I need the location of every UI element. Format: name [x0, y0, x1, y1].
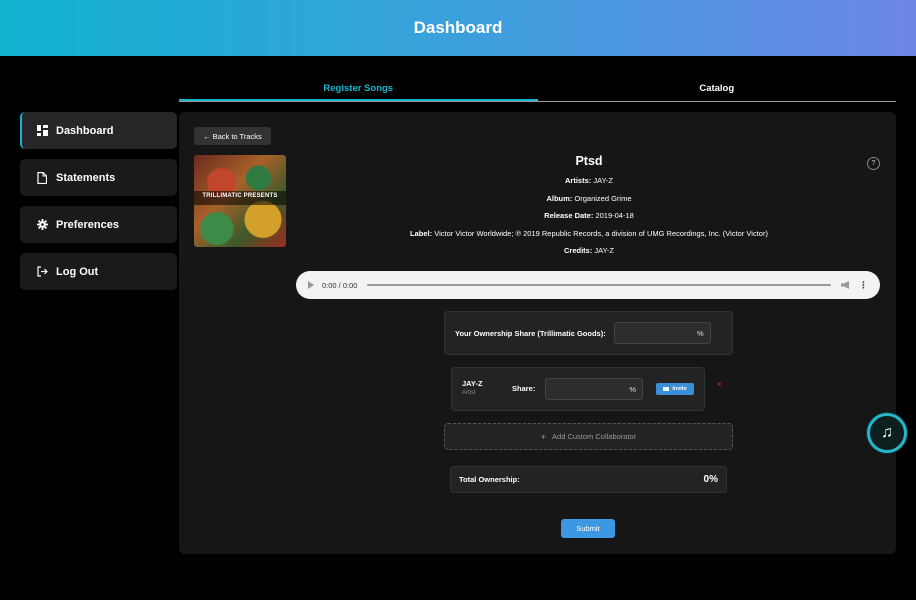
audio-time: 0:00 / 0:00: [322, 280, 358, 290]
dashboard-icon: [36, 125, 48, 137]
song-credits: Credits: JAY-Z: [563, 246, 615, 255]
song-detail-panel: ← Back to Tracks TRILLIMATIC PRESENTS ? …: [179, 112, 896, 554]
total-ownership: Total Ownership: 0%: [450, 466, 727, 493]
ownership-share-input[interactable]: %: [613, 322, 711, 344]
sidebar-item-logout[interactable]: Log Out: [20, 253, 177, 290]
back-to-tracks-button[interactable]: ← Back to Tracks: [194, 127, 271, 145]
cover-text: TRILLIMATIC PRESENTS: [202, 193, 278, 199]
more-options-icon[interactable]: ⋮: [859, 280, 868, 291]
music-note-icon: ♫: [881, 424, 893, 441]
collaborator-share-input[interactable]: %: [545, 378, 643, 400]
song-label: Label: Victor Victor Worldwide; ℗ 2019 R…: [410, 228, 768, 238]
song-info: Ptsd Artists: JAY-Z Album: Organized Gri…: [299, 154, 879, 264]
remove-collaborator-icon[interactable]: ×: [717, 380, 722, 389]
sidebar: Dashboard Statements Preferences Log Out: [20, 112, 177, 300]
sidebar-item-preferences[interactable]: Preferences: [20, 206, 177, 243]
invite-label: Invite: [672, 386, 687, 392]
song-artists: Artists: JAY-Z: [565, 176, 613, 185]
ownership-share-box: Your Ownership Share (Trillimatic Goods)…: [444, 311, 733, 355]
header: Dashboard: [0, 0, 916, 56]
total-ownership-label: Total Ownership:: [459, 475, 520, 484]
gear-icon: [36, 219, 48, 231]
sidebar-item-label: Statements: [56, 171, 116, 184]
total-ownership-value: 0%: [703, 474, 718, 485]
sidebar-item-dashboard[interactable]: Dashboard: [20, 112, 177, 149]
tab-bar: Register Songs Catalog: [179, 76, 896, 102]
play-icon[interactable]: [308, 281, 314, 289]
add-custom-collaborator-button[interactable]: + Add Custom Collaborator: [444, 423, 733, 450]
audio-player[interactable]: 0:00 / 0:00 ⋮: [296, 271, 880, 299]
volume-icon[interactable]: [841, 281, 849, 289]
logout-icon: [36, 266, 48, 278]
song-album: Album: Organized Grime: [546, 193, 632, 203]
album-cover: TRILLIMATIC PRESENTS: [194, 155, 286, 247]
percent-unit: %: [697, 328, 704, 338]
sidebar-item-label: Log Out: [56, 265, 99, 278]
add-custom-label: Add Custom Collaborator: [552, 432, 637, 441]
sidebar-item-label: Preferences: [56, 218, 119, 231]
percent-unit: %: [629, 384, 636, 394]
collaborator-card: JAY-Z Artist Share: % Invite: [451, 367, 705, 411]
song-release-date: Release Date: 2019-04-18: [544, 211, 634, 220]
page-title: Dashboard: [413, 18, 503, 37]
music-chat-button[interactable]: ♫: [867, 413, 907, 453]
sidebar-item-statements[interactable]: Statements: [20, 159, 177, 196]
share-label: Share:: [512, 384, 536, 393]
document-icon: [36, 171, 48, 184]
tab-register-songs[interactable]: Register Songs: [179, 76, 538, 101]
envelope-icon: [663, 387, 670, 391]
plus-icon: +: [540, 431, 547, 442]
song-title: Ptsd: [575, 154, 603, 168]
tab-catalog[interactable]: Catalog: [538, 76, 897, 101]
audio-seek-bar[interactable]: [367, 284, 831, 286]
collaborator-name: JAY-Z: [462, 379, 483, 388]
sidebar-item-label: Dashboard: [56, 124, 114, 137]
ownership-share-label: Your Ownership Share (Trillimatic Goods)…: [455, 328, 606, 338]
collaborator-role: Artist: [462, 390, 476, 396]
invite-button[interactable]: Invite: [656, 383, 694, 395]
submit-button[interactable]: Submit: [561, 519, 615, 538]
